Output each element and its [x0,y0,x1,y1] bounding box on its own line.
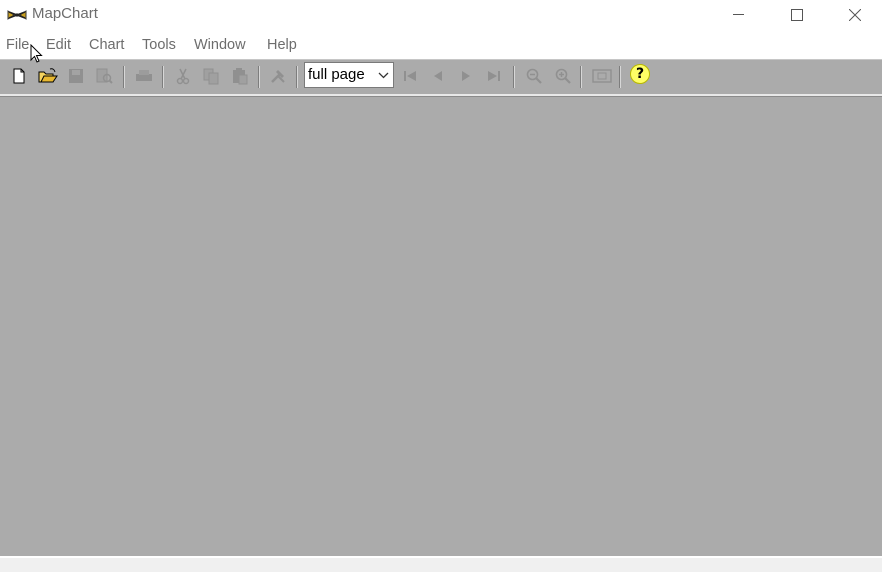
minimize-icon [733,14,744,15]
next-page-icon [462,71,470,81]
menu-edit[interactable]: Edit [46,37,71,53]
last-page-button[interactable] [483,65,505,87]
mdi-workspace [0,97,882,556]
menu-bar: File Edit Chart Tools Window Help [0,33,882,57]
toolbar-separator [123,66,125,88]
zoom-select[interactable]: full page [304,62,394,88]
minimize-button[interactable] [716,0,762,30]
fit-page-icon [592,69,612,83]
toolbar-separator [619,66,621,88]
zoom-select-value: full page [308,66,365,83]
copy-button[interactable] [200,65,222,87]
print-preview-button[interactable] [93,65,115,87]
save-button[interactable] [65,65,87,87]
save-icon [69,69,83,83]
close-button[interactable] [832,0,878,30]
menu-chart[interactable]: Chart [89,37,124,53]
mouse-cursor-icon [30,44,43,63]
previous-page-icon [434,71,442,81]
menu-help[interactable]: Help [267,37,297,53]
paste-button[interactable] [229,65,251,87]
print-icon [136,70,152,81]
toolbar-separator [296,66,298,88]
mapchart-logo-icon [7,8,27,20]
window-title: MapChart [32,5,98,22]
new-document-icon [13,68,25,84]
zoom-out-icon [526,68,542,84]
chevron-down-icon [378,72,389,79]
maximize-button[interactable] [774,0,820,30]
open-button[interactable] [36,65,58,87]
last-page-icon [488,71,500,81]
title-bar: MapChart [0,0,882,30]
zoom-out-button[interactable] [523,65,545,87]
first-page-icon [404,71,416,81]
print-button[interactable] [133,65,155,87]
help-icon[interactable]: ? [630,64,650,84]
toolbar-separator [580,66,582,88]
toolbar-separator [258,66,260,88]
toolbar-separator [162,66,164,88]
menu-file[interactable]: File [6,37,29,53]
cut-button[interactable] [172,65,194,87]
copy-icon [203,68,219,85]
paste-icon [233,68,248,85]
toolbar: full page ? [0,59,882,95]
new-button[interactable] [8,65,30,87]
menu-tools[interactable]: Tools [142,37,176,53]
print-preview-icon [96,68,113,84]
zoom-in-icon [555,68,571,84]
zoom-in-button[interactable] [552,65,574,87]
close-icon [849,9,861,21]
maximize-icon [791,9,803,21]
fit-page-button[interactable] [590,65,612,87]
first-page-button[interactable] [399,65,421,87]
previous-page-button[interactable] [427,65,449,87]
toolbar-separator [513,66,515,88]
tools-icon [271,70,285,83]
menu-window[interactable]: Window [194,37,246,53]
tools-button[interactable] [267,65,289,87]
cut-icon [176,68,190,85]
next-page-button[interactable] [455,65,477,87]
open-folder-icon [38,68,58,83]
